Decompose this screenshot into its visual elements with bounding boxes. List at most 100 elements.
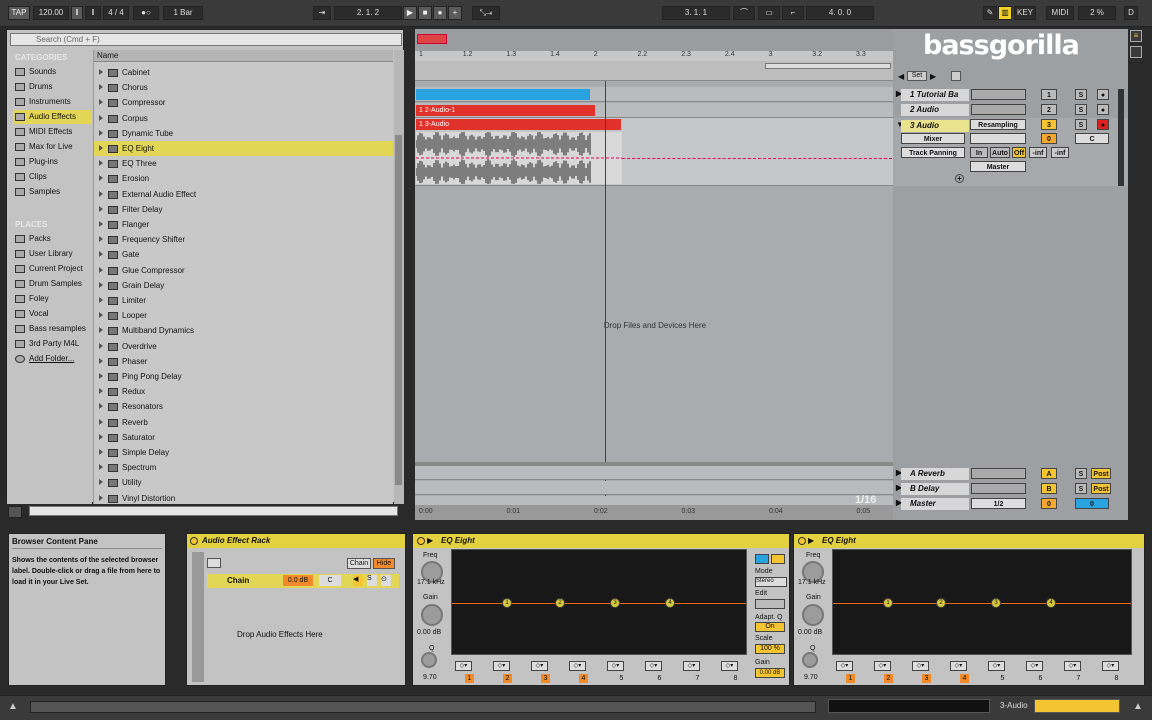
post-button[interactable]: Post [1091, 468, 1111, 479]
band-toggle[interactable]: 6 [1036, 674, 1045, 683]
expand-icon[interactable]: ▲ [1133, 701, 1143, 712]
volume-field[interactable]: 0 [1041, 133, 1057, 144]
output-slot[interactable] [971, 468, 1026, 479]
expand-triangle-icon[interactable] [99, 266, 103, 273]
punch-in-icon[interactable]: ▭ [758, 6, 780, 20]
song-position-field[interactable]: 2. 1. 2 [334, 6, 402, 20]
eq-band-point[interactable]: 2 [555, 598, 565, 608]
q-value[interactable]: 9.70 [804, 674, 818, 681]
chain-volume[interactable]: 0.0 dB [283, 575, 313, 586]
band-toggle[interactable]: 1 [846, 674, 855, 683]
monitor-off-button[interactable]: Off [1012, 147, 1026, 158]
expand-triangle-icon[interactable] [99, 327, 103, 334]
track-activator[interactable]: 2 [1041, 104, 1057, 115]
chain-toggle-button[interactable]: Chain [347, 558, 371, 569]
loop-length-field[interactable]: 4. 0. 0 [806, 6, 874, 20]
hotswap-icon[interactable]: ⊙ [381, 575, 391, 586]
gain-knob[interactable] [802, 604, 824, 626]
pan-field[interactable]: C [1075, 133, 1109, 144]
track-header-1[interactable]: ▶ 1 Tutorial Ba 1 S ● [893, 87, 1128, 102]
category-audio-effects[interactable]: Audio Effects [13, 110, 92, 124]
browser-item[interactable]: Resonators [94, 399, 393, 414]
quantize-menu[interactable]: 1 Bar [163, 6, 203, 20]
browser-item[interactable]: Redux [94, 384, 393, 399]
category-max-for-live[interactable]: Max for Live [13, 140, 92, 154]
solo-icon[interactable]: S [367, 575, 377, 586]
expand-triangle-icon[interactable] [99, 84, 103, 91]
eq-band-point[interactable]: 1 [502, 598, 512, 608]
expand-triangle-icon[interactable] [99, 357, 103, 364]
expand-triangle-icon[interactable] [99, 175, 103, 182]
track-activator[interactable]: 3 [1041, 119, 1057, 130]
eq-band-point[interactable]: 3 [610, 598, 620, 608]
filter-type-icon[interactable]: ◇▾ [455, 661, 472, 671]
speaker-icon[interactable]: ◀ [353, 575, 363, 586]
input-type-slot[interactable] [971, 104, 1026, 115]
eq-spectrum-display[interactable]: 1 2 3 4 [832, 549, 1132, 655]
category-midi-effects[interactable]: MIDI Effects [13, 125, 92, 139]
overview-toggle-icon[interactable]: ≡ [1130, 30, 1142, 42]
track-lane-3[interactable]: 1 3-Audio [415, 118, 893, 186]
output-slot[interactable] [971, 483, 1026, 494]
expand-triangle-icon[interactable] [99, 373, 103, 379]
loop-brace[interactable] [765, 63, 891, 69]
filter-type-icon[interactable]: ◇▾ [607, 661, 624, 671]
master-volume-field[interactable]: 0 [1041, 498, 1057, 509]
browser-item[interactable]: Multiband Dynamics [94, 323, 393, 338]
draw-mode-icon[interactable]: ✎ [983, 6, 997, 20]
band-toggle[interactable]: 8 [1112, 674, 1121, 683]
tap-tempo-button[interactable]: TAP [8, 6, 30, 20]
eq-band-point[interactable]: 4 [1046, 598, 1056, 608]
expand-triangle-icon[interactable] [99, 479, 103, 486]
track-header-2[interactable]: 2 Audio 2 S ● [893, 102, 1128, 117]
return-lane-a[interactable] [415, 466, 893, 480]
return-lane-b[interactable] [415, 481, 893, 495]
expand-triangle-icon[interactable] [99, 190, 103, 197]
eq-band-point[interactable]: 2 [936, 598, 946, 608]
eq-band-point[interactable]: 4 [665, 598, 675, 608]
expand-triangle-icon[interactable] [99, 388, 103, 395]
master-header[interactable]: ▶ Master 1/2 0 0 [893, 496, 1128, 511]
expand-triangle-icon[interactable] [99, 281, 103, 288]
computer-midi-keyboard-icon[interactable]: ▥ [998, 6, 1012, 20]
browser-item[interactable]: EQ Three [94, 156, 393, 171]
filter-type-icon[interactable]: ◇▾ [1026, 661, 1043, 671]
io-toggle-icon[interactable] [1130, 46, 1142, 58]
return-header-b[interactable]: ▶ B Delay B S Post [893, 481, 1128, 496]
browser-item[interactable]: Phaser [94, 354, 393, 369]
browser-scrollbar[interactable] [394, 50, 404, 504]
arm-button[interactable]: ● [1097, 89, 1109, 100]
stop-icon[interactable]: ■ [418, 6, 432, 20]
graph-toggle-icon[interactable] [771, 554, 785, 564]
browser-item[interactable]: Reverb [94, 415, 393, 430]
mini-arrangement-overview[interactable] [828, 699, 990, 713]
device-on-icon[interactable] [798, 537, 806, 545]
expand-triangle-icon[interactable] [99, 403, 103, 410]
loop-brace-area[interactable] [415, 61, 893, 81]
band-toggle[interactable]: 6 [655, 674, 664, 683]
nudge-icon[interactable]: ‖ [71, 6, 83, 20]
freq-value[interactable]: 17.1 kHz [798, 579, 826, 586]
track-activator[interactable]: 1 [1041, 89, 1057, 100]
automation-param-menu[interactable]: Track Panning [901, 147, 965, 158]
track-lane-2[interactable]: 1 2-Audio-1 [415, 103, 893, 118]
return-header-a[interactable]: ▶ A Reverb A S Post [893, 466, 1128, 481]
expand-triangle-icon[interactable] [99, 129, 103, 136]
eq-band-point[interactable]: 1 [883, 598, 893, 608]
place-bass-resamples[interactable]: Bass resamples [13, 322, 92, 336]
q-value[interactable]: 9.70 [423, 674, 437, 681]
return-name[interactable]: A Reverb [901, 468, 969, 480]
band-toggle[interactable]: 2 [884, 674, 893, 683]
place-3rd-party-m4l[interactable]: 3rd Party M4L [13, 337, 92, 351]
return-activator[interactable]: B [1041, 483, 1057, 494]
browser-item[interactable]: Gate [94, 247, 393, 262]
lock-icon[interactable] [951, 71, 961, 81]
adapt-q-button[interactable]: On [755, 622, 785, 632]
chain-select-icon[interactable] [207, 558, 221, 568]
gain-value[interactable]: 0.00 dB [798, 629, 822, 636]
monitor-auto-button[interactable]: Auto [990, 147, 1010, 158]
loop-switch-icon[interactable]: ⌒ [733, 6, 755, 20]
expand-triangle-icon[interactable] [99, 160, 103, 167]
automation-device-menu[interactable]: Mixer [901, 133, 965, 144]
output-gain-field[interactable]: 0.00 dB [755, 668, 785, 678]
